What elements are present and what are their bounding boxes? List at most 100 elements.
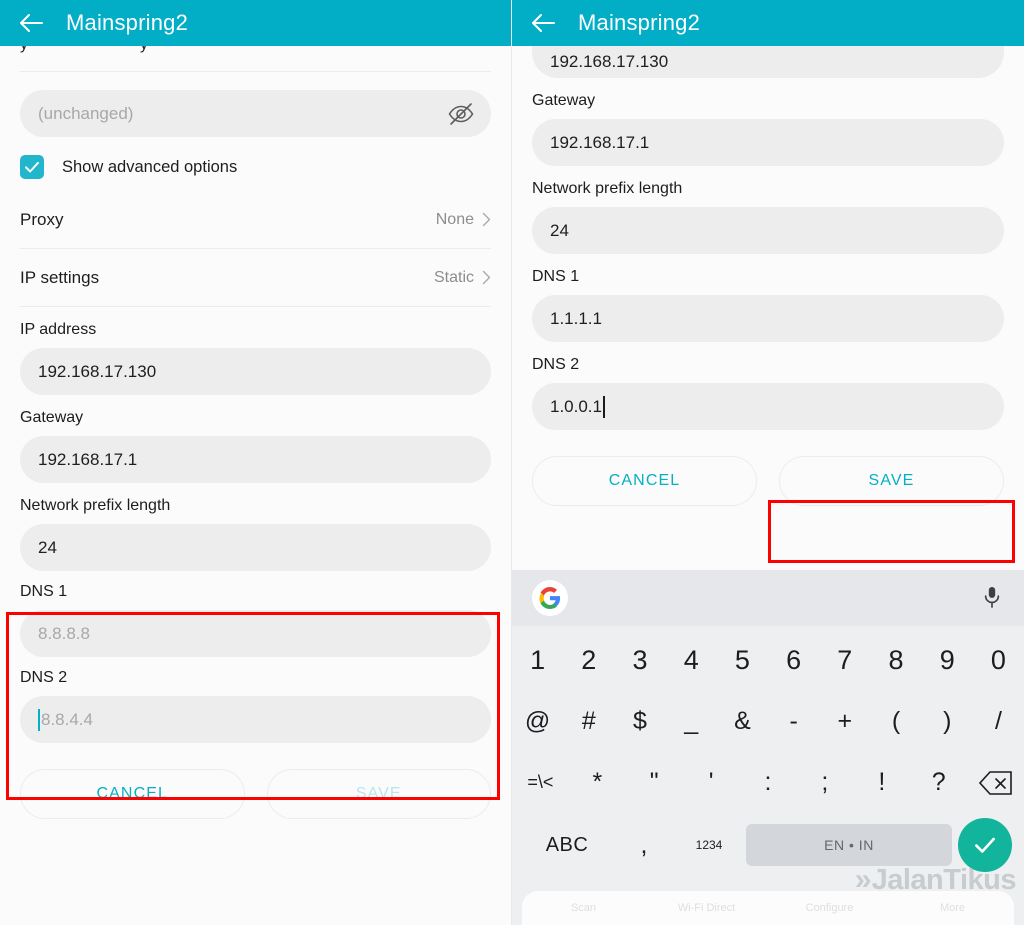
clipped-label-b: y — [140, 46, 148, 54]
key-colon[interactable]: : — [740, 752, 797, 813]
key-double-quote[interactable]: " — [626, 752, 683, 813]
network-prefix-length-label: Network prefix length — [20, 497, 171, 514]
gateway-value: 192.168.17.1 — [38, 449, 138, 469]
right-button-row: CANCEL SAVE — [532, 456, 1004, 506]
password-field[interactable]: (unchanged) — [20, 90, 491, 137]
dns2-input[interactable]: 1.0.0.1 — [532, 383, 1004, 430]
dns1-input[interactable]: 1.1.1.1 — [532, 295, 1004, 342]
ghost-item-configure: Configure — [805, 902, 854, 914]
cancel-button[interactable]: CANCEL — [20, 769, 245, 819]
backspace-icon[interactable] — [967, 752, 1024, 813]
key-0[interactable]: 0 — [973, 630, 1024, 691]
eye-off-icon[interactable] — [447, 100, 475, 128]
keyboard-rows: 1 2 3 4 5 6 7 8 9 0 @ # $ _ & - + () / … — [512, 626, 1024, 877]
key-5[interactable]: 5 — [717, 630, 768, 691]
dns1-label: DNS 1 — [20, 583, 68, 600]
keyboard-row-numbers: 1 2 3 4 5 6 7 8 9 0 — [512, 630, 1024, 691]
advanced-options-checkbox[interactable] — [20, 155, 44, 179]
key-6[interactable]: 6 — [768, 630, 819, 691]
keyboard-row-symbols-1: @ # $ _ & - + ( ) / — [512, 691, 1024, 752]
key-enter-check-icon[interactable] — [958, 818, 1012, 872]
left-screen: Mainspring2 y y (unchanged) — [0, 0, 512, 925]
microphone-icon[interactable] — [982, 585, 1004, 611]
app-bar-right: Mainspring2 — [512, 0, 1024, 46]
key-paren-open[interactable]: ( — [870, 691, 921, 752]
key-ampersand[interactable]: & — [717, 691, 768, 752]
dual-screenshot-container: Mainspring2 y y (unchanged) — [0, 0, 1024, 925]
left-form: y y (unchanged) — [0, 46, 511, 819]
key-numeric-toggle[interactable]: 1234 — [678, 813, 740, 877]
text-cursor — [603, 395, 605, 418]
gateway-label: Gateway — [20, 409, 84, 426]
dns2-input[interactable]: 8.8.4.4 — [20, 696, 491, 743]
ip-address-input[interactable]: 192.168.17.130 — [532, 46, 1004, 78]
network-prefix-length-input[interactable]: 24 — [532, 207, 1004, 254]
ghost-item-more: More — [939, 902, 966, 914]
back-arrow-icon[interactable] — [18, 9, 46, 37]
gateway-label: Gateway — [532, 92, 596, 109]
key-7[interactable]: 7 — [819, 630, 870, 691]
key-at[interactable]: @ — [512, 691, 563, 752]
gateway-input[interactable]: 192.168.17.1 — [20, 436, 491, 483]
ip-address-value: 192.168.17.130 — [38, 361, 157, 381]
row-proxy[interactable]: Proxy None — [20, 191, 491, 249]
cancel-button[interactable]: CANCEL — [532, 456, 757, 506]
dns1-value: 1.1.1.1 — [550, 308, 602, 328]
network-prefix-length-input[interactable]: 24 — [20, 524, 491, 571]
key-asterisk[interactable]: * — [569, 752, 626, 813]
key-dollar[interactable]: $ — [614, 691, 665, 752]
key-4[interactable]: 4 — [666, 630, 717, 691]
show-advanced-options-row[interactable]: Show advanced options — [20, 155, 491, 179]
chevron-right-icon — [482, 212, 491, 227]
gateway-value: 192.168.17.1 — [550, 132, 650, 152]
ghost-item-wifi-direct: Wi-Fi Direct — [677, 902, 736, 914]
key-paren-close[interactable]: ) — [922, 691, 973, 752]
key-slash[interactable]: / — [973, 691, 1024, 752]
key-hyphen[interactable]: - — [768, 691, 819, 752]
row-proxy-label: Proxy — [20, 209, 64, 229]
key-symbol-page-toggle[interactable]: =\< — [512, 752, 569, 813]
row-ip-settings[interactable]: IP settings Static — [20, 249, 491, 307]
key-semicolon[interactable]: ; — [796, 752, 853, 813]
back-arrow-icon[interactable] — [530, 9, 558, 37]
dns1-placeholder: 8.8.8.8 — [38, 623, 90, 643]
ip-address-input[interactable]: 192.168.17.130 — [20, 348, 491, 395]
row-ip-settings-label: IP settings — [20, 267, 100, 287]
save-button-highlight-box — [768, 500, 1015, 563]
network-prefix-length-value: 24 — [38, 537, 57, 557]
page-title: Mainspring2 — [578, 10, 701, 35]
right-screen: Mainspring2 192.168.17.130 Gateway 192.1… — [512, 0, 1024, 925]
row-ip-settings-value-group: Static — [434, 269, 491, 287]
key-hash[interactable]: # — [563, 691, 614, 752]
key-numeric-label: 1234 — [695, 837, 723, 852]
clipped-label-a: y — [20, 46, 28, 54]
key-spacebar[interactable]: EN • IN — [746, 824, 952, 866]
key-1[interactable]: 1 — [512, 630, 563, 691]
key-3[interactable]: 3 — [614, 630, 665, 691]
gateway-input[interactable]: 192.168.17.1 — [532, 119, 1004, 166]
save-button[interactable]: SAVE — [779, 456, 1004, 506]
dns2-value: 1.0.0.1 — [550, 396, 602, 416]
text-cursor — [38, 708, 40, 731]
keyboard-suggestion-bar — [512, 570, 1024, 626]
right-form: 192.168.17.130 Gateway 192.168.17.1 Netw… — [512, 46, 1024, 506]
dns1-input[interactable]: 8.8.8.8 — [20, 610, 491, 657]
google-logo-icon[interactable] — [532, 580, 568, 616]
key-abc-toggle[interactable]: ABC — [524, 813, 610, 877]
key-8[interactable]: 8 — [870, 630, 921, 691]
key-single-quote[interactable]: ' — [683, 752, 740, 813]
row-proxy-value: None — [435, 210, 474, 228]
dns1-label: DNS 1 — [532, 268, 580, 285]
dns2-label: DNS 2 — [20, 669, 68, 686]
key-plus[interactable]: + — [819, 691, 870, 752]
key-exclamation[interactable]: ! — [853, 752, 910, 813]
ip-address-value: 192.168.17.130 — [550, 52, 669, 71]
save-button[interactable]: SAVE — [266, 769, 491, 819]
keyboard-row-symbols-2: =\< * " ' : ; ! ? — [512, 752, 1024, 813]
key-comma[interactable]: , — [616, 813, 672, 877]
key-9[interactable]: 9 — [922, 630, 973, 691]
key-underscore[interactable]: _ — [666, 691, 717, 752]
key-question[interactable]: ? — [910, 752, 967, 813]
key-2[interactable]: 2 — [563, 630, 614, 691]
row-ip-settings-value: Static — [433, 268, 474, 286]
